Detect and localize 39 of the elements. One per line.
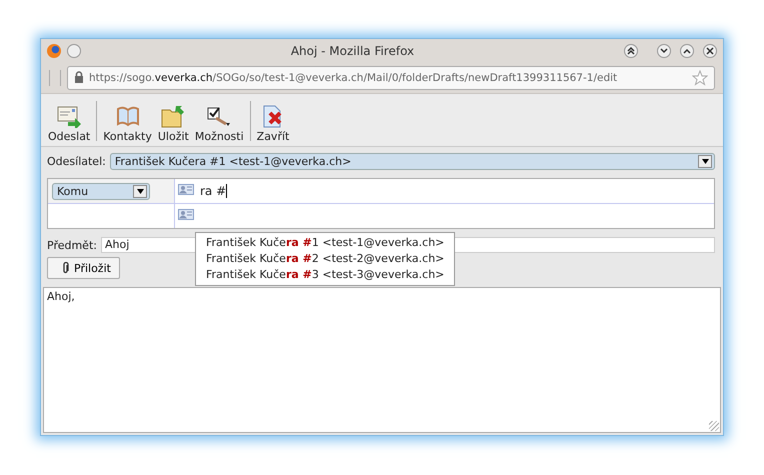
recipient-type-select[interactable]: Komu — [52, 182, 150, 200]
sender-select[interactable]: František Kučera #1 <test-1@veverka.ch> — [110, 152, 715, 170]
sender-label: Odesílatel: — [47, 154, 106, 168]
window-title: Ahoj - Mozilla Firefox — [290, 44, 416, 58]
paperclip-icon — [62, 262, 70, 274]
recipient-field[interactable]: ra # — [200, 184, 228, 198]
autocomplete-item[interactable]: František Kučera #1 <test-1@veverka.ch> — [196, 235, 454, 251]
book-icon — [114, 104, 141, 128]
firefox-logo-icon — [47, 44, 61, 58]
message-body-field[interactable]: Ahoj, — [43, 287, 721, 433]
maximize-button[interactable] — [680, 44, 694, 58]
toolbar-button[interactable]: Zavřít — [254, 104, 292, 143]
keep-above-button[interactable] — [624, 44, 638, 58]
sender-value: František Kučera #1 <test-1@veverka.ch> — [114, 154, 352, 168]
message-text: Ahoj, — [47, 290, 75, 303]
url-text: https://sogo.veverka.ch/SOGo/so/test-1@veverka.ch/Mail/0/folderDrafts/newDraft1399311567-1/edit — [89, 72, 618, 84]
contact-card-icon — [178, 209, 194, 223]
close-button[interactable] — [703, 44, 717, 58]
attach-button[interactable]: Přiložit — [47, 257, 120, 279]
minimize-button[interactable] — [657, 44, 671, 58]
chevron-up-icon — [682, 46, 692, 56]
address-bar[interactable]: https://sogo.veverka.ch/SOGo/so/test-1@veverka.ch/Mail/0/folderDrafts/newDraft1399311567-1/edit — [67, 66, 715, 90]
double-chevron-up-icon — [626, 46, 636, 56]
star-icon[interactable] — [692, 70, 708, 86]
toolbar-button[interactable]: Kontakty — [100, 104, 155, 143]
close-icon — [705, 46, 715, 56]
resize-grip-icon — [709, 421, 719, 431]
toolbar-button[interactable]: Možnosti — [192, 104, 247, 143]
autocomplete-item[interactable]: František Kučera #3 <test-3@veverka.ch> — [196, 267, 454, 283]
autocomplete-item[interactable]: František Kučera #2 <test-2@veverka.ch> — [196, 251, 454, 267]
lock-icon — [74, 70, 84, 86]
subject-label: Předmět: — [47, 238, 97, 252]
toolbar-button[interactable]: Uložit — [154, 104, 192, 143]
folder-arrow-icon — [160, 104, 186, 128]
contact-card-icon — [178, 184, 194, 198]
chevron-down-icon — [659, 46, 669, 56]
envelope-arrow-icon — [56, 104, 82, 128]
toolbar-grip-icon — [49, 70, 61, 86]
toolbar-button[interactable]: Odeslat — [45, 104, 94, 143]
